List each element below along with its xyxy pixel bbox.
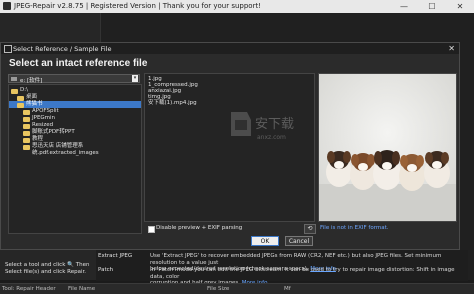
dialog-close-button[interactable]: ✕	[448, 43, 455, 54]
status-tool: Tool: Repair Header	[2, 286, 56, 292]
folder-tree-item[interactable]: Resized	[9, 122, 141, 129]
minimize-button[interactable]: —	[390, 0, 418, 13]
dialog-icon	[4, 45, 12, 53]
dialog-titlebar: Select Reference / Sample File ✕	[1, 43, 459, 54]
folder-label: 思迅天店 店铺管理系统.pdf.extracted_images	[32, 143, 99, 156]
disable-preview-checkbox[interactable]	[148, 226, 155, 233]
exif-note: File is not in EXIF format.	[320, 225, 389, 231]
folder-icon	[23, 137, 30, 143]
tool-name: Extract JPEG	[98, 253, 133, 259]
dialog-title: Select Reference / Sample File	[13, 45, 112, 53]
folder-icon	[23, 116, 30, 122]
file-item[interactable]: 安下载(1).mp4.jpg	[148, 100, 197, 106]
close-button[interactable]: ✕	[446, 0, 474, 13]
folder-icon	[17, 95, 24, 101]
description-line: In 'Patch' mode you can edit the JPEG bi…	[150, 267, 455, 280]
folder-label: D:\	[20, 87, 28, 93]
drive-icon	[11, 77, 17, 81]
folder-tree-item[interactable]: JPEGmin	[9, 115, 141, 122]
image-preview	[318, 73, 457, 222]
folder-tree-item[interactable]: 熊猫书	[9, 101, 141, 108]
folder-icon	[23, 144, 30, 150]
watermark-text: 安下载	[255, 117, 294, 132]
folder-label: JPEGmin	[32, 115, 56, 121]
folder-tree-item[interactable]: 教程	[9, 136, 141, 143]
maximize-button[interactable]: ☐	[418, 0, 446, 13]
cancel-button[interactable]: Cancel	[285, 236, 313, 246]
folder-tree[interactable]: D:\ 桌面 熊猫书 APOFSplit JPEGmin Resized 脚账式PDF转PP…	[8, 84, 142, 234]
folder-tree-item[interactable]: 桌面	[9, 94, 141, 101]
tool-hint-text: Select a tool and click 🔍 Then Select fi…	[5, 262, 90, 275]
status-file-size: File Size	[207, 286, 230, 292]
ok-button[interactable]: OK	[251, 236, 279, 246]
watermark: 安下载 anxz.com	[225, 106, 325, 146]
folder-tree-item[interactable]: 思迅天店 店铺管理系统.pdf.extracted_images	[9, 143, 141, 156]
folder-icon	[17, 102, 24, 108]
folder-icon	[11, 88, 18, 94]
app-titlebar: JPEG-Repair v2.8.75 | Registered Version…	[0, 0, 474, 13]
folder-icon	[23, 123, 30, 129]
description-line: Use 'Extract JPEG' to recover embedded J…	[150, 253, 442, 266]
folder-label: 脚账式PDF转PPT	[32, 129, 75, 135]
tool-description-table: Extract JPEG Use 'Extract JPEG' to recov…	[96, 250, 468, 286]
folder-label: 教程	[32, 136, 44, 142]
folder-tree-item[interactable]: 脚账式PDF转PPT	[9, 129, 141, 136]
folder-icon	[23, 109, 30, 115]
folder-label: APOFSplit	[32, 108, 59, 114]
drive-select[interactable]: e: [软件] ▾	[8, 74, 140, 84]
drive-value: e: [软件]	[20, 78, 43, 84]
dialog-heading: Select an intact reference file	[9, 58, 148, 69]
refresh-button[interactable]: ⟲	[304, 224, 316, 234]
status-file-name: File Name	[68, 286, 96, 292]
tool-name: Patch	[98, 267, 114, 273]
status-misc: Mf	[284, 286, 291, 292]
disable-preview-label[interactable]: Disable preview + EXIF parsing	[156, 225, 242, 231]
puppies-photo	[319, 74, 456, 221]
status-bar: Tool: Repair Header File Name File Size …	[0, 283, 474, 294]
folder-label: 熊猫书	[26, 101, 43, 107]
folder-label: Resized	[32, 122, 54, 128]
folder-icon	[23, 130, 30, 136]
folder-label: 桌面	[26, 94, 38, 100]
folder-tree-item[interactable]: D:\	[9, 87, 141, 94]
file-list[interactable]: 1.jpg 1_compressed.jpg anxiazai.jpg timg.jp…	[144, 73, 315, 222]
watermark-logo: 安下载 anxz.com	[231, 112, 294, 141]
app-title: JPEG-Repair v2.8.75 | Registered Version…	[14, 2, 262, 10]
app-icon	[3, 2, 11, 10]
watermark-subtext: anxz.com	[257, 134, 286, 141]
folder-tree-item[interactable]: APOFSplit	[9, 108, 141, 115]
chevron-down-icon[interactable]: ▾	[132, 75, 138, 82]
